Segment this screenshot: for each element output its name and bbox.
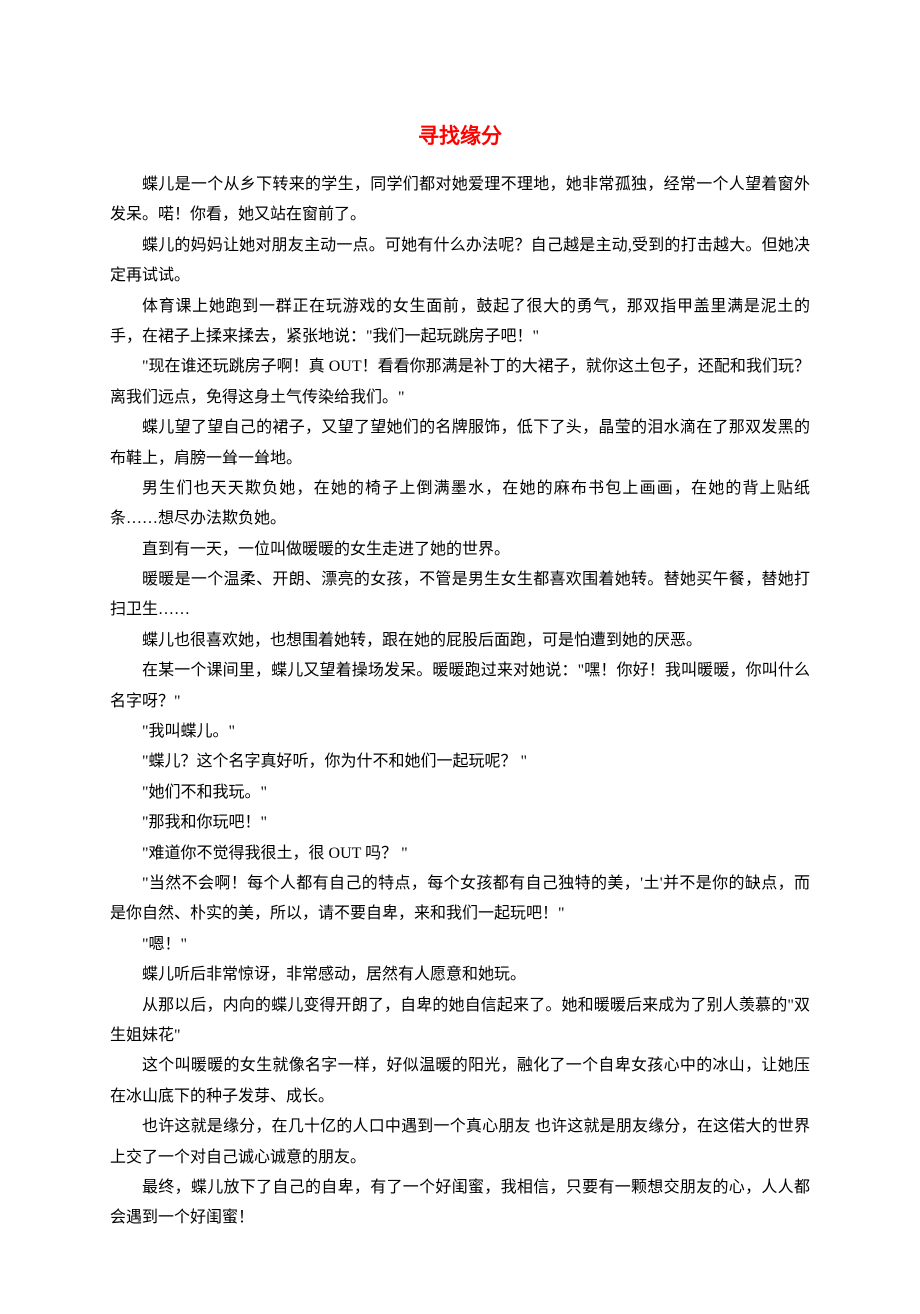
- paragraph: "嗯！": [110, 930, 810, 960]
- paragraph: 蝶儿望了望自己的裙子，又望了望她们的名牌服饰，低下了头，晶莹的泪水滴在了那双发黑…: [110, 413, 810, 474]
- paragraph: "现在谁还玩跳房子啊！真 OUT！看看你那满是补丁的大裙子，就你这土包子，还配和…: [110, 352, 810, 413]
- paragraph: 这个叫暖暖的女生就像名字一样，好似温暖的阳光，融化了一个自卑女孩心中的冰山，让她…: [110, 1051, 810, 1112]
- paragraph: "我叫蝶儿。": [110, 717, 810, 747]
- document-title: 寻找缘分: [110, 120, 810, 150]
- paragraph: 蝶儿是一个从乡下转来的学生，同学们都对她爱理不理地，她非常孤独，经常一个人望着窗…: [110, 170, 810, 231]
- paragraph: 最终，蝶儿放下了自己的自卑，有了一个好闺蜜，我相信，只要有一颗想交朋友的心，人人…: [110, 1173, 810, 1234]
- paragraph: 体育课上她跑到一群正在玩游戏的女生面前，鼓起了很大的勇气，那双指甲盖里满是泥土的…: [110, 292, 810, 353]
- document-page: 寻找缘分 蝶儿是一个从乡下转来的学生，同学们都对她爱理不理地，她非常孤独，经常一…: [0, 0, 920, 1314]
- paragraph: "蝶儿？这个名字真好听，你为什不和她们一起玩呢？ ": [110, 747, 810, 777]
- paragraph: 直到有一天，一位叫做暖暖的女生走进了她的世界。: [110, 535, 810, 565]
- paragraph: 蝶儿也很喜欢她，也想围着她转，跟在她的屁股后面跑，可是怕遭到她的厌恶。: [110, 626, 810, 656]
- paragraph: 男生们也天天欺负她，在她的椅子上倒满墨水，在她的麻布书包上画画，在她的背上贴纸条…: [110, 474, 810, 535]
- paragraph: 也许这就是缘分，在几十亿的人口中遇到一个真心朋友 也许这就是朋友缘分，在这偌大的…: [110, 1112, 810, 1173]
- paragraph: "难道你不觉得我很土，很 OUT 吗？ ": [110, 839, 810, 869]
- paragraph: 在某一个课间里，蝶儿又望着操场发呆。暖暖跑过来对她说："嘿！你好！我叫暖暖，你叫…: [110, 656, 810, 717]
- paragraph: "她们不和我玩。": [110, 778, 810, 808]
- paragraph: 蝶儿听后非常惊讶，非常感动，居然有人愿意和她玩。: [110, 960, 810, 990]
- paragraph: "那我和你玩吧！": [110, 808, 810, 838]
- paragraph: 暖暖是一个温柔、开朗、漂亮的女孩，不管是男生女生都喜欢围着她转。替她买午餐，替她…: [110, 565, 810, 626]
- paragraph: 从那以后，内向的蝶儿变得开朗了，自卑的她自信起来了。她和暖暖后来成为了别人羡慕的…: [110, 991, 810, 1052]
- paragraph: 蝶儿的妈妈让她对朋友主动一点。可她有什么办法呢？自己越是主动,受到的打击越大。但…: [110, 231, 810, 292]
- paragraph: "当然不会啊！每个人都有自己的特点，每个女孩都有自己独特的美，'土'并不是你的缺…: [110, 869, 810, 930]
